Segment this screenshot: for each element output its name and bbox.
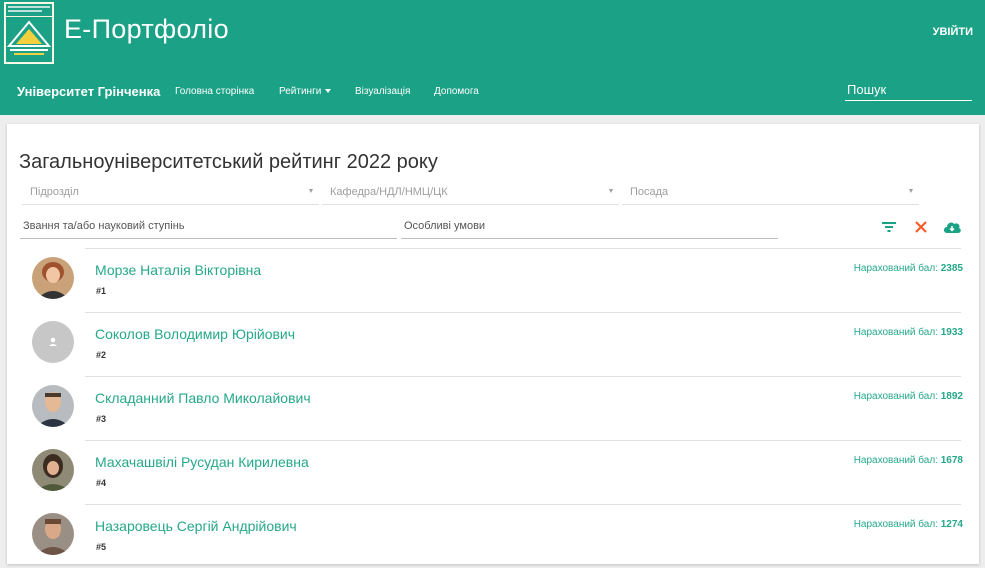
nav-help[interactable]: Допомога [434,86,479,97]
score-caption: Нарахований бал: [853,391,938,402]
rank-label: #5 [96,542,107,552]
caret-down-icon [325,89,332,94]
rank-label: #1 [96,286,107,296]
score-value: 1678 [940,455,963,466]
clear-icon[interactable] [912,219,930,235]
nav-visualization[interactable]: Візуалізація [355,86,410,97]
avatar [32,513,74,555]
score-caption: Нарахований бал: [853,455,938,466]
unit-select-label: Підрозділ [30,186,79,198]
avatar-placeholder [32,321,74,363]
score-caption: Нарахований бал: [853,519,938,530]
unit-select[interactable]: Підрозділ [22,181,319,205]
score-caption: Нарахований бал: [853,263,938,274]
score-value: 1274 [940,519,963,530]
rank-label: #2 [96,350,107,360]
university-logo[interactable] [4,2,54,64]
top-header: Е-Портфоліо УВІЙТИ [0,0,985,67]
login-button[interactable]: УВІЙТИ [933,26,973,38]
department-select[interactable]: Кафедра/НДЛ/НМЦ/ЦК [322,181,619,205]
nav-ratings-dropdown[interactable]: Рейтинги [279,86,332,97]
search-box [845,81,972,101]
row-divider [85,376,961,377]
score-label: Нарахований бал: 1274 [854,519,963,530]
person-name-link[interactable]: Махачашвілі Русудан Кирилевна [95,454,309,470]
cloud-download-icon[interactable] [942,219,962,235]
page-title: Загальноуніверситетський рейтинг 2022 ро… [19,151,438,173]
special-conditions-field[interactable]: Особливі умови [401,215,778,239]
list-item[interactable]: Складанний Павло Миколайович #3 Нарахова… [28,376,964,440]
app-title[interactable]: Е-Портфоліо [64,14,229,45]
score-label: Нарахований бал: 2385 [854,263,963,274]
avatar [32,257,74,299]
person-name-link[interactable]: Складанний Павло Миколайович [95,390,311,406]
dropdown-arrow-icon [909,189,913,193]
score-label: Нарахований бал: 1933 [854,327,963,338]
degree-field[interactable]: Звання та/або науковий ступінь [20,215,397,239]
nav-home[interactable]: Головна сторінка [175,86,254,97]
row-divider [85,248,961,249]
row-divider [85,504,961,505]
avatar [32,449,74,491]
score-value: 2385 [940,263,963,274]
department-select-label: Кафедра/НДЛ/НМЦ/ЦК [330,186,448,198]
rating-card: Загальноуніверситетський рейтинг 2022 ро… [7,124,979,564]
score-label: Нарахований бал: 1678 [854,455,963,466]
score-value: 1892 [940,391,963,402]
main-navbar: Університет Грінченка Головна сторінка Р… [0,67,985,115]
rank-label: #4 [96,478,107,488]
list-item[interactable]: Соколов Володимир Юрійович #2 Нараховани… [28,312,964,376]
rank-label: #3 [96,414,107,424]
person-name-link[interactable]: Назаровець Сергій Андрійович [95,518,297,534]
person-name-link[interactable]: Морзе Наталія Вікторівна [95,262,261,278]
person-name-link[interactable]: Соколов Володимир Юрійович [95,326,295,342]
filter-icon[interactable] [880,219,898,235]
row-divider [85,312,961,313]
list-item[interactable]: Морзе Наталія Вікторівна #1 Нарахований … [28,248,964,312]
avatar [32,385,74,427]
position-select[interactable]: Посада [622,181,919,205]
score-caption: Нарахований бал: [853,327,938,338]
dropdown-arrow-icon [309,189,313,193]
position-select-label: Посада [630,186,669,198]
score-value: 1933 [940,327,963,338]
university-link[interactable]: Університет Грінченка [17,84,160,99]
nav-ratings-label: Рейтинги [279,86,322,97]
list-item[interactable]: Назаровець Сергій Андрійович #5 Нарахова… [28,504,964,568]
row-divider [85,440,961,441]
list-item[interactable]: Махачашвілі Русудан Кирилевна #4 Нарахов… [28,440,964,504]
search-input[interactable] [845,81,972,100]
score-label: Нарахований бал: 1892 [854,391,963,402]
dropdown-arrow-icon [609,189,613,193]
